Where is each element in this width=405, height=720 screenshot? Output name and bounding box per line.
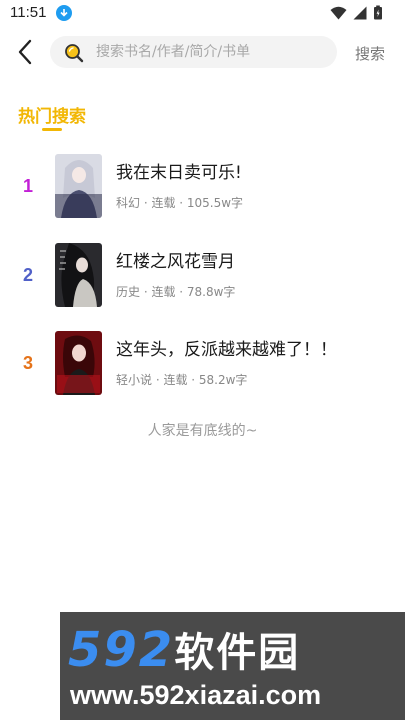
book-meta: 轻小说 · 连载 · 58.2w字 bbox=[116, 373, 248, 387]
search-icon bbox=[65, 44, 84, 63]
battery-icon bbox=[374, 5, 382, 20]
book-meta: 历史 · 连载 · 78.8w字 bbox=[116, 285, 236, 299]
watermark-logo: 592软件园 bbox=[68, 620, 301, 678]
end-of-list-note: 人家是有底线的~ bbox=[147, 423, 258, 439]
search-button[interactable]: 搜索 bbox=[355, 43, 385, 64]
section-underline bbox=[42, 128, 62, 131]
status-bar: 11:51 bbox=[0, 0, 405, 26]
watermark-logo-number: 592 bbox=[68, 622, 175, 678]
book-title: 这年头，反派越来越难了！！ bbox=[116, 340, 337, 360]
wifi-icon bbox=[330, 6, 347, 19]
status-time: 11:51 bbox=[10, 4, 47, 21]
rank-number: 3 bbox=[22, 353, 33, 373]
book-cover bbox=[55, 154, 102, 218]
system-icons bbox=[330, 5, 383, 20]
rank-number: 2 bbox=[22, 265, 33, 285]
book-title: 我在末日卖可乐! bbox=[116, 163, 242, 183]
list-item[interactable]: 2 红楼之风花雪月 历史 · 连载 · 78.8w字 bbox=[0, 243, 405, 315]
book-title: 红楼之风花雪月 bbox=[116, 252, 235, 272]
rank-number: 1 bbox=[22, 176, 33, 196]
search-input[interactable] bbox=[96, 36, 326, 68]
search-header: 搜索 bbox=[0, 30, 405, 74]
signal-icon bbox=[353, 6, 367, 19]
hot-search-title: 热门搜索 bbox=[18, 107, 86, 127]
search-box[interactable] bbox=[50, 36, 337, 68]
chevron-left-icon bbox=[18, 39, 32, 65]
list-item[interactable]: 1 我在末日卖可乐! 科幻 · 连载 · 105.5w字 bbox=[0, 154, 405, 226]
watermark-url: www.592xiazai.com bbox=[70, 680, 322, 710]
book-cover bbox=[55, 243, 102, 307]
download-icon bbox=[56, 5, 72, 21]
book-meta: 科幻 · 连载 · 105.5w字 bbox=[116, 196, 244, 210]
list-item[interactable]: 3 这年头，反派越来越难了！！ 轻小说 · 连载 · 58.2w字 bbox=[0, 331, 405, 403]
watermark: 592软件园 www.592xiazai.com bbox=[60, 612, 405, 720]
back-button[interactable] bbox=[12, 36, 40, 68]
watermark-logo-text: 软件园 bbox=[174, 630, 301, 676]
book-cover bbox=[55, 331, 102, 395]
